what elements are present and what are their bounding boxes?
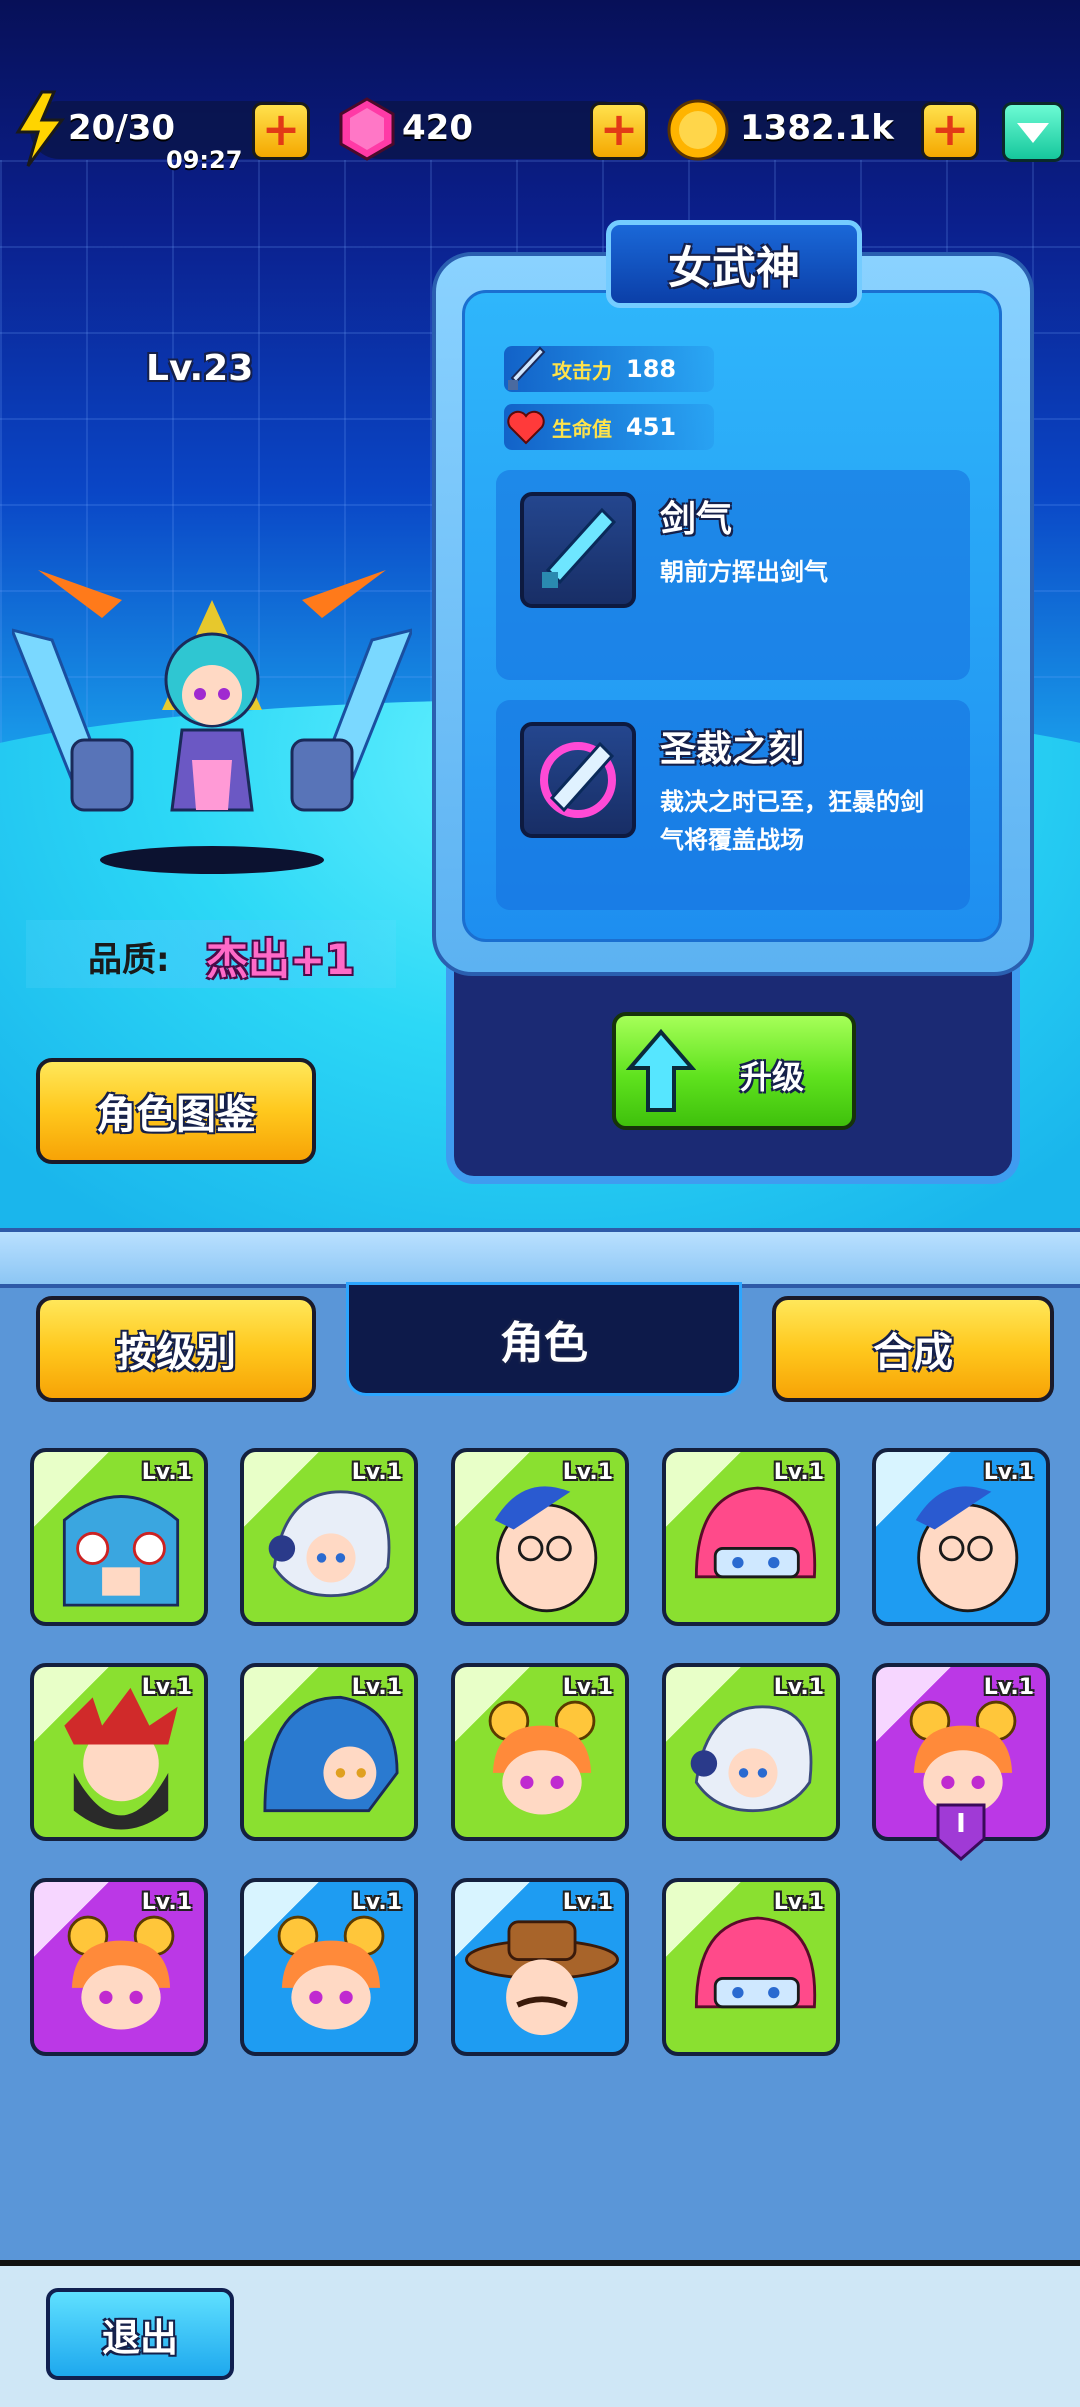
hero-codex-button[interactable]: 角色图鉴 <box>36 1058 316 1164</box>
skill-2-desc-line-2: 气将覆盖战场 <box>660 826 804 854</box>
plus-icon: + <box>930 102 970 156</box>
coin-icon <box>667 99 729 161</box>
hero-card-level: Lv.1 <box>773 1460 824 1485</box>
hero-card-level: Lv.1 <box>141 1460 192 1485</box>
hero-card[interactable]: Lv.1 <box>240 1448 418 1626</box>
hero-card[interactable]: Lv.1 <box>240 1663 418 1841</box>
plus-icon: + <box>261 102 301 156</box>
skill-2-name: 圣裁之刻 <box>660 729 805 770</box>
attack-stat: 攻击力 188 <box>504 346 714 392</box>
add-energy-button[interactable]: + <box>252 102 310 160</box>
hp-label: 生命值 <box>552 416 612 441</box>
gem-icon <box>339 97 395 161</box>
hero-card-level: Lv.1 <box>773 1675 824 1700</box>
attack-value: 188 <box>626 355 677 383</box>
diamond-icon <box>1017 123 1049 143</box>
hero-name: 女武神 <box>668 243 800 294</box>
lightning-icon <box>15 90 65 167</box>
sort-by-level-label: 按级别 <box>116 1330 236 1376</box>
upgrade-button[interactable]: 升级 <box>612 1012 856 1130</box>
exit-button[interactable]: 退出 <box>46 2288 234 2380</box>
hero-card-level: Lv.1 <box>983 1460 1034 1485</box>
hero-card-level: Lv.1 <box>141 1890 192 1915</box>
heart-icon <box>507 410 545 445</box>
hp-value: 451 <box>626 413 677 441</box>
rank-badge-label: I <box>956 1809 966 1839</box>
hero-card[interactable]: Lv.1 <box>662 1663 840 1841</box>
sort-by-level-button[interactable]: 按级别 <box>36 1296 316 1402</box>
rank-badge: I <box>936 1803 986 1861</box>
skill-1-name: 剑气 <box>660 499 733 540</box>
hero-card-level: Lv.1 <box>562 1675 613 1700</box>
energy-timer: 09:27 <box>166 146 243 174</box>
coin-count: 1382.1k <box>740 108 894 148</box>
sword-wave-skill-icon <box>520 492 636 608</box>
skill-1-desc: 朝前方挥出剑气 <box>660 558 828 586</box>
panel-divider <box>0 1228 1080 1288</box>
exit-label: 退出 <box>101 2315 178 2360</box>
tab-role-label: 角色 <box>500 1318 588 1369</box>
plus-icon: + <box>599 102 639 156</box>
combine-button[interactable]: 合成 <box>772 1296 1054 1402</box>
hero-card[interactable]: Lv.1 <box>662 1878 840 2056</box>
hero-character-art <box>12 570 412 874</box>
hero-card-level: Lv.1 <box>773 1890 824 1915</box>
hero-card-level: Lv.1 <box>351 1460 402 1485</box>
hero-card[interactable]: Lv.1 <box>451 1878 629 2056</box>
hero-card[interactable]: Lv.1 <box>451 1448 629 1626</box>
hero-card[interactable]: Lv.1 <box>662 1448 840 1626</box>
energy-count: 20/30 <box>68 108 176 148</box>
hero-card[interactable]: Lv.1 <box>451 1663 629 1841</box>
hero-codex-label: 角色图鉴 <box>96 1092 256 1138</box>
quality-label: 品质: <box>88 940 170 980</box>
hero-name-tab: 女武神 <box>606 220 862 308</box>
hero-card-level: Lv.1 <box>983 1675 1034 1700</box>
tab-role[interactable]: 角色 <box>346 1282 742 1396</box>
upgrade-label: 升级 <box>740 1058 805 1096</box>
sword-icon <box>508 346 546 390</box>
attack-label: 攻击力 <box>552 358 612 383</box>
gem-count: 420 <box>402 108 473 148</box>
hero-level: Lv.23 <box>146 348 254 389</box>
hero-card[interactable]: Lv.1 <box>240 1878 418 2056</box>
hero-card[interactable]: Lv.1 <box>30 1448 208 1626</box>
hero-card-level: Lv.1 <box>141 1675 192 1700</box>
hero-card-level: Lv.1 <box>562 1460 613 1485</box>
skill-2-desc-line-1: 裁决之时已至，狂暴的剑 <box>660 788 924 816</box>
judgment-skill-icon <box>520 722 636 838</box>
combine-label: 合成 <box>873 1330 953 1376</box>
quality-value: 杰出+1 <box>206 935 355 984</box>
hero-card[interactable]: Lv.1 <box>872 1448 1050 1626</box>
hero-card-level: Lv.1 <box>351 1890 402 1915</box>
shop-button[interactable] <box>1002 102 1064 162</box>
up-arrow-icon <box>626 1028 696 1112</box>
hero-card[interactable]: Lv.1 <box>30 1663 208 1841</box>
add-gems-button[interactable]: + <box>590 102 648 160</box>
hp-stat: 生命值 451 <box>504 404 714 450</box>
add-coins-button[interactable]: + <box>921 102 979 160</box>
hero-card[interactable]: Lv.1 <box>30 1878 208 2056</box>
hero-card-level: Lv.1 <box>562 1890 613 1915</box>
resource-bar: 20/30 09:27 + 420 + 1382.1k + <box>0 90 1080 174</box>
hero-card-level: Lv.1 <box>351 1675 402 1700</box>
